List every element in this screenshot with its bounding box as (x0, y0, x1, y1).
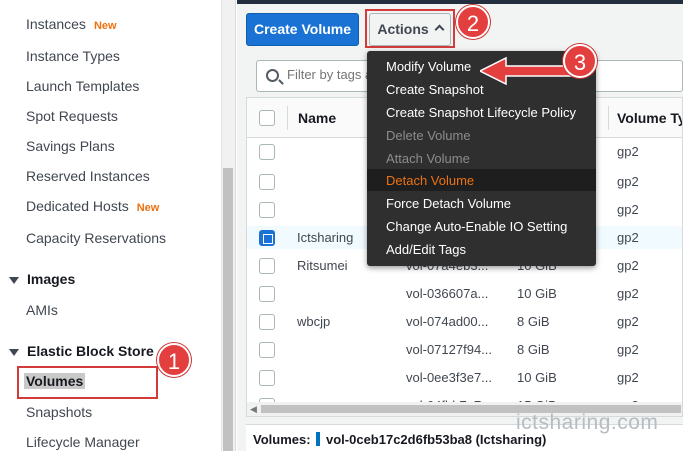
sidebar-item-launch-templates[interactable]: Launch Templates (26, 78, 139, 94)
table-row[interactable]: wbcjp vol-074ad00... 8 GiB gp2 (247, 310, 682, 333)
row-checkbox[interactable] (259, 370, 275, 386)
step-badge-2: 2 (456, 5, 490, 39)
row-checkbox[interactable] (259, 286, 275, 302)
sidebar-item-reserved-instances[interactable]: Reserved Instances (26, 168, 150, 184)
filter-input[interactable] (287, 67, 367, 82)
menu-item-create-snapshot[interactable]: Create Snapshot (386, 82, 484, 97)
column-header-volume-type[interactable]: Volume Typ (617, 110, 682, 126)
sidebar-item-spot-requests[interactable]: Spot Requests (26, 108, 118, 124)
cell-name: Ritsumei (297, 258, 348, 273)
step-badge-3: 3 (563, 44, 597, 78)
select-all-checkbox[interactable] (259, 110, 275, 126)
cell-size: 8 GiB (517, 314, 550, 329)
cell-size: 8 GiB (517, 342, 550, 357)
scroll-left-icon[interactable]: ◀ (250, 404, 257, 415)
footer-label: Volumes: (253, 432, 311, 447)
new-badge: New (93, 20, 117, 32)
cell-volume-id: vol-07127f94... (406, 342, 493, 357)
column-divider (287, 106, 288, 130)
cell-volume-type: gp2 (617, 314, 639, 329)
menu-item-add-edit-tags[interactable]: Add/Edit Tags (386, 242, 466, 257)
cell-volume-type: gp2 (617, 370, 639, 385)
top-border (237, 0, 683, 4)
create-volume-button[interactable]: Create Volume (246, 13, 359, 46)
selected-volume-id: vol-0ceb17c2d6fb53ba8 (Ictsharing) (326, 432, 547, 447)
cell-volume-type: gp2 (617, 230, 639, 245)
new-badge: New (136, 202, 160, 214)
section-title: Images (27, 271, 76, 287)
cell-volume-type: gp2 (617, 174, 639, 189)
cell-volume-id: vol-074ad00... (406, 314, 489, 329)
row-checkbox[interactable] (259, 174, 275, 190)
sidebar-item-label: Instances (26, 16, 86, 32)
sidebar-item-lifecycle-manager[interactable]: Lifecycle Manager (26, 434, 140, 450)
row-checkbox[interactable] (259, 258, 275, 274)
sidebar-item-instances[interactable]: Instances New (26, 16, 117, 32)
highlight-box-volumes (17, 366, 158, 399)
row-checkbox[interactable] (259, 314, 275, 330)
sidebar-section-ebs[interactable]: Elastic Block Store (9, 343, 154, 359)
step-badge-1: 1 (157, 343, 191, 377)
menu-item-modify-volume[interactable]: Modify Volume (386, 59, 471, 74)
menu-item-attach-volume: Attach Volume (386, 151, 470, 166)
column-divider (608, 106, 609, 130)
menu-item-detach-volume[interactable]: Detach Volume (386, 173, 474, 188)
cell-volume-id: vol-036607a... (406, 286, 489, 301)
menu-item-change-auto-enable-io-setting[interactable]: Change Auto-Enable IO Setting (386, 219, 567, 234)
sidebar-item-label: Dedicated Hosts (26, 198, 129, 214)
menu-item-create-snapshot-lifecycle-policy[interactable]: Create Snapshot Lifecycle Policy (386, 105, 576, 120)
search-icon (266, 69, 279, 82)
row-checkbox[interactable] (259, 144, 275, 160)
cell-volume-type: gp2 (617, 202, 639, 217)
sidebar-item-dedicated-hosts[interactable]: Dedicated Hosts New (26, 198, 159, 214)
cell-volume-type: gp2 (617, 286, 639, 301)
row-checkbox[interactable] (259, 202, 275, 218)
sidebar-item-capacity-reservations[interactable]: Capacity Reservations (26, 230, 166, 246)
table-row[interactable]: vol-0ee3f3e7... 10 GiB gp2 (247, 366, 682, 389)
sidebar-item-instance-types[interactable]: Instance Types (26, 48, 120, 64)
collapse-triangle-icon (9, 276, 19, 284)
cell-volume-type: gp2 (617, 258, 639, 273)
cell-name: Ictsharing (297, 230, 354, 245)
cell-volume-type: gp2 (617, 342, 639, 357)
section-title: Elastic Block Store (27, 343, 154, 359)
cell-name: wbcjp (297, 314, 331, 329)
cell-size: 10 GiB (517, 286, 557, 301)
sidebar-item-amis[interactable]: AMIs (26, 302, 58, 318)
menu-item-delete-volume: Delete Volume (386, 128, 471, 143)
row-checkbox[interactable] (259, 342, 275, 358)
sidebar-scrollbar-thumb[interactable] (223, 168, 233, 451)
cell-size: 10 GiB (517, 370, 557, 385)
menu-item-force-detach-volume[interactable]: Force Detach Volume (386, 196, 511, 211)
cell-volume-id: vol-0ee3f3e7... (406, 370, 493, 385)
cell-volume-type: gp2 (617, 144, 639, 159)
footer-accent-bar (316, 432, 320, 446)
sidebar-item-savings-plans[interactable]: Savings Plans (26, 138, 115, 154)
collapse-triangle-icon (9, 348, 19, 356)
watermark: ictsharing.com (516, 411, 659, 434)
table-row[interactable]: vol-036607a... 10 GiB gp2 (247, 282, 682, 305)
sidebar-item-snapshots[interactable]: Snapshots (26, 404, 92, 420)
column-header-name[interactable]: Name (298, 110, 336, 126)
sidebar-section-images[interactable]: Images (9, 271, 75, 287)
row-checkbox[interactable] (259, 230, 275, 246)
table-row[interactable]: vol-07127f94... 8 GiB gp2 (247, 338, 682, 361)
highlight-box-actions (365, 9, 455, 48)
